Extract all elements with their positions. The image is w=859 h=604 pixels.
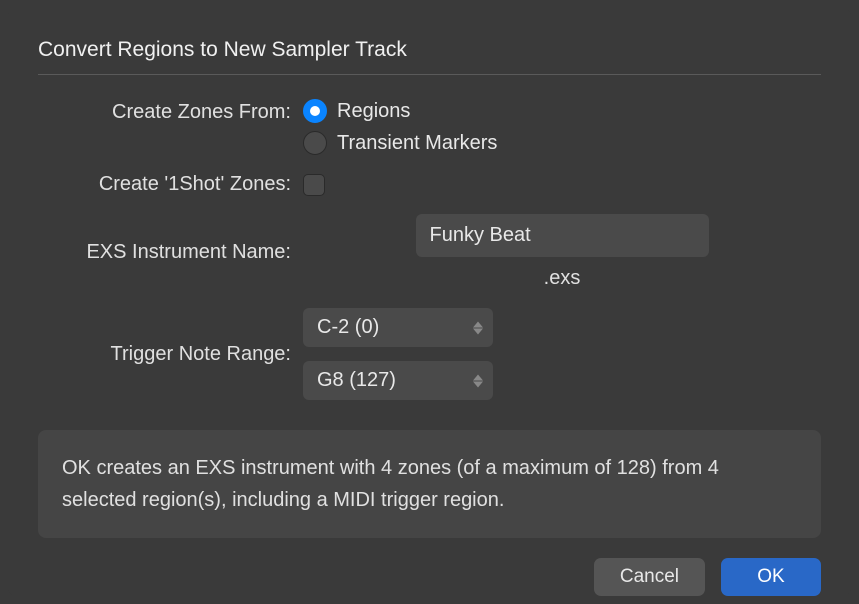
- control-trigger-range: C-2 (0) G8 (127): [303, 308, 821, 400]
- label-create-1shot-zones: Create '1Shot' Zones:: [38, 173, 303, 196]
- checkbox-1shot[interactable]: [303, 174, 325, 196]
- dialog-convert-regions: Convert Regions to New Sampler Track Cre…: [8, 8, 851, 596]
- dialog-title: Convert Regions to New Sampler Track: [38, 38, 821, 75]
- chevron-updown-icon: [473, 374, 483, 387]
- info-box: OK creates an EXS instrument with 4 zone…: [38, 430, 821, 538]
- radio-option-regions[interactable]: Regions: [303, 99, 821, 123]
- select-trigger-low[interactable]: C-2 (0): [303, 308, 493, 347]
- row-create-zones-from: Create Zones From: Regions Transient Mar…: [38, 99, 821, 155]
- label-extension: .exs: [544, 267, 581, 290]
- row-create-1shot-zones: Create '1Shot' Zones:: [38, 173, 821, 196]
- label-exs-instrument-name: EXS Instrument Name:: [38, 241, 303, 264]
- select-trigger-high-value: G8 (127): [317, 369, 396, 392]
- label-create-zones-from: Create Zones From:: [38, 99, 303, 124]
- control-1shot-checkbox: [303, 174, 821, 196]
- radio-button-regions[interactable]: [303, 99, 327, 123]
- radio-option-transient-markers[interactable]: Transient Markers: [303, 131, 821, 155]
- select-trigger-high[interactable]: G8 (127): [303, 361, 493, 400]
- radio-group-create-zones: Regions Transient Markers: [303, 99, 821, 155]
- row-trigger-note-range: Trigger Note Range: C-2 (0) G8 (127): [38, 308, 821, 400]
- cancel-button[interactable]: Cancel: [594, 558, 705, 596]
- input-instrument-name[interactable]: [416, 214, 709, 257]
- select-trigger-low-value: C-2 (0): [317, 316, 379, 339]
- control-instrument-name: .exs: [303, 214, 821, 290]
- radio-dot-icon: [310, 106, 320, 116]
- label-trigger-note-range: Trigger Note Range:: [38, 343, 303, 366]
- button-row: Cancel OK: [38, 538, 821, 596]
- row-exs-instrument-name: EXS Instrument Name: .exs: [38, 214, 821, 290]
- chevron-updown-icon: [473, 321, 483, 334]
- radio-label-transient-markers: Transient Markers: [337, 132, 497, 155]
- ok-button[interactable]: OK: [721, 558, 821, 596]
- radio-button-transient-markers[interactable]: [303, 131, 327, 155]
- radio-label-regions: Regions: [337, 100, 410, 123]
